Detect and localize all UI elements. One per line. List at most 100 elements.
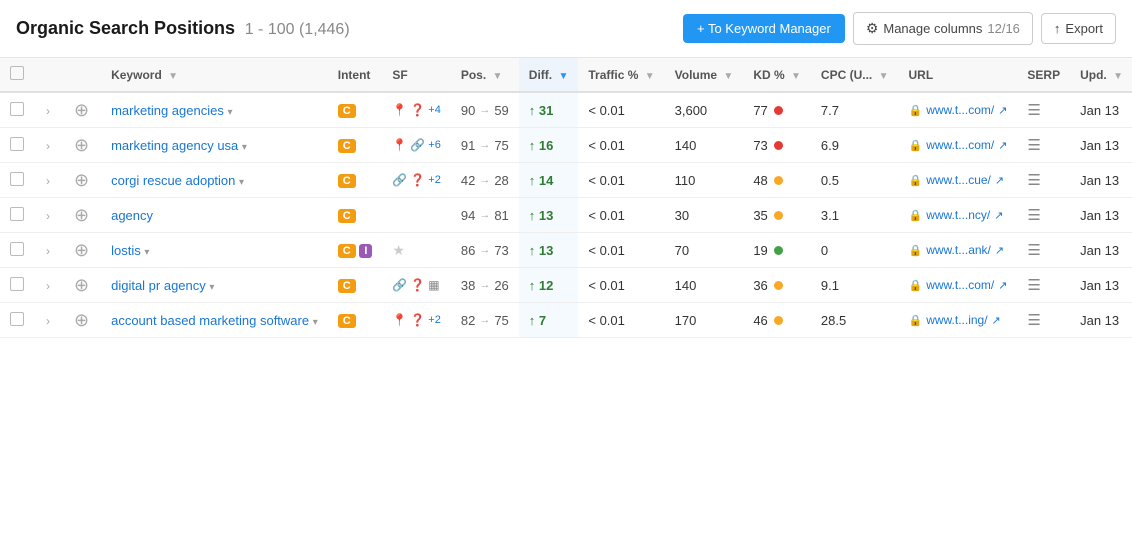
traffic-sort-icon[interactable]: ▼ [645,71,655,82]
header-checkbox[interactable] [10,66,24,80]
row-intent-cell: C [328,303,383,338]
diff-value: ↑ 31 [529,103,554,118]
row-checkbox[interactable] [10,242,24,256]
serp-icon[interactable]: ☰ [1027,137,1040,154]
pos-arrow-icon: → [479,244,490,256]
add-button[interactable]: ⊕ [72,171,91,189]
row-checkbox[interactable] [10,207,24,221]
external-link-icon[interactable]: ↗ [992,314,1001,327]
url-link[interactable]: www.t...ing/ [926,313,987,327]
row-cpc-cell: 6.9 [811,128,899,163]
sf-icons-container: 🔗❓▦ [392,278,440,292]
expand-button[interactable]: › [44,174,52,188]
keyword-link[interactable]: agency [111,208,153,223]
external-link-icon[interactable]: ↗ [995,174,1004,187]
pos-to: 75 [494,313,508,328]
dropdown-arrow-icon[interactable]: ▾ [144,247,149,258]
intent-badge-c[interactable]: C [338,139,356,153]
keyword-link[interactable]: marketing agencies [111,103,224,118]
keyword-link[interactable]: corgi rescue adoption [111,173,235,188]
expand-button[interactable]: › [44,279,52,293]
diff-sort-icon[interactable]: ▼ [558,71,568,82]
row-serp-cell: ☰ [1017,163,1070,198]
url-link[interactable]: www.t...cue/ [926,173,991,187]
external-link-icon[interactable]: ↗ [998,139,1007,152]
url-link[interactable]: www.t...com/ [926,278,994,292]
row-traffic-cell: < 0.01 [578,303,664,338]
url-link[interactable]: www.t...ank/ [926,243,991,257]
manage-columns-button[interactable]: ⚙ Manage columns 12/16 [853,12,1033,45]
row-add-cell: ⊕ [62,233,101,268]
serp-icon[interactable]: ☰ [1027,242,1040,259]
url-link[interactable]: www.t...com/ [926,138,994,152]
keyword-link[interactable]: marketing agency usa [111,138,238,153]
row-volume-cell: 70 [665,233,744,268]
add-button[interactable]: ⊕ [72,311,91,329]
pos-from: 91 [461,138,475,153]
row-expand-cell: › [34,268,62,303]
pin-icon: 📍 [392,103,407,117]
intent-badge-c[interactable]: C [338,279,356,293]
row-upd-cell: Jan 13 [1070,268,1132,303]
intent-badge-c[interactable]: C [338,209,356,223]
expand-button[interactable]: › [44,209,52,223]
page-header: Organic Search Positions 1 - 100 (1,446)… [0,0,1132,58]
dropdown-arrow-icon[interactable]: ▾ [209,282,214,293]
keyword-link[interactable]: account based marketing software [111,313,309,328]
cpc-sort-icon[interactable]: ▼ [879,71,889,82]
row-cpc-cell: 7.7 [811,92,899,128]
cpc-value: 6.9 [821,138,839,153]
row-upd-cell: Jan 13 [1070,303,1132,338]
url-link[interactable]: www.t...com/ [926,103,994,117]
row-sf-cell: 📍🔗+6 [382,128,450,163]
intent-badge-i[interactable]: I [359,244,372,258]
row-checkbox[interactable] [10,102,24,116]
expand-button[interactable]: › [44,139,52,153]
external-link-icon[interactable]: ↗ [995,244,1004,257]
row-checkbox[interactable] [10,312,24,326]
dropdown-arrow-icon[interactable]: ▾ [313,317,318,328]
row-sf-cell: 📍❓+2 [382,303,450,338]
keyword-link[interactable]: lostis [111,243,141,258]
expand-button[interactable]: › [44,104,52,118]
expand-button[interactable]: › [44,314,52,328]
pos-sort-icon[interactable]: ▼ [493,71,503,82]
add-button[interactable]: ⊕ [72,276,91,294]
add-button[interactable]: ⊕ [72,101,91,119]
url-link[interactable]: www.t...ncy/ [926,208,990,222]
table-wrapper: Keyword ▼ Intent SF Pos. ▼ Diff. ▼ Traff… [0,58,1132,338]
kd-value: 35 [753,208,767,223]
dropdown-arrow-icon[interactable]: ▾ [242,142,247,153]
intent-badge-c[interactable]: C [338,244,356,258]
external-link-icon[interactable]: ↗ [998,104,1007,117]
dropdown-arrow-icon[interactable]: ▾ [227,107,232,118]
serp-icon[interactable]: ☰ [1027,172,1040,189]
row-checkbox[interactable] [10,137,24,151]
table-row: › ⊕ agency C 94 → 81 ↑ 13 < 0.01 30 35 3… [0,198,1132,233]
row-checkbox-cell [0,303,34,338]
upd-sort-icon[interactable]: ▼ [1113,71,1123,82]
row-checkbox[interactable] [10,277,24,291]
dropdown-arrow-icon[interactable]: ▾ [239,177,244,188]
intent-badge-c[interactable]: C [338,104,356,118]
intent-badge-c[interactable]: C [338,314,356,328]
external-link-icon[interactable]: ↗ [994,209,1003,222]
add-button[interactable]: ⊕ [72,206,91,224]
expand-button[interactable]: › [44,244,52,258]
serp-icon[interactable]: ☰ [1027,207,1040,224]
add-button[interactable]: ⊕ [72,241,91,259]
keyword-sort-icon[interactable]: ▼ [168,71,178,82]
keyword-link[interactable]: digital pr agency [111,278,206,293]
keyword-manager-button[interactable]: + To Keyword Manager [683,14,845,43]
intent-badge-c[interactable]: C [338,174,356,188]
serp-icon[interactable]: ☰ [1027,102,1040,119]
row-checkbox[interactable] [10,172,24,186]
export-button[interactable]: ↑ Export [1041,13,1116,44]
add-button[interactable]: ⊕ [72,136,91,154]
serp-icon[interactable]: ☰ [1027,277,1040,294]
serp-icon[interactable]: ☰ [1027,312,1040,329]
volume-sort-icon[interactable]: ▼ [723,71,733,82]
external-link-icon[interactable]: ↗ [998,279,1007,292]
row-keyword-cell: corgi rescue adoption ▾ [101,163,328,198]
kd-sort-icon[interactable]: ▼ [791,71,801,82]
